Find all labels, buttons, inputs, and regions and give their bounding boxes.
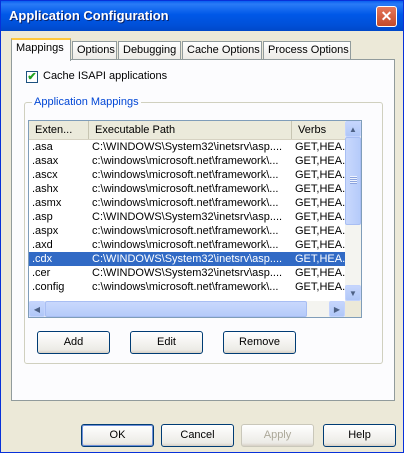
list-item[interactable]: .asmx c:\windows\microsoft.net\framework… [29,196,345,210]
horizontal-scrollbar[interactable]: ◀ ▶ [29,301,345,317]
list-header: Exten... Executable Path Verbs [29,121,345,140]
cell-executable-path: c:\windows\microsoft.net\framework\... [92,183,279,195]
list-item[interactable]: .axd c:\windows\microsoft.net\framework\… [29,238,345,252]
column-header-extension[interactable]: Exten... [29,121,89,139]
cell-executable-path: C:\WINDOWS\System32\inetsrv\asp.... [92,141,283,153]
scroll-up-icon[interactable]: ▲ [345,121,361,137]
list-item[interactable]: .aspx c:\windows\microsoft.net\framework… [29,224,345,238]
list-item[interactable]: .asax c:\windows\microsoft.net\framework… [29,154,345,168]
group-legend: Application Mappings [32,96,141,108]
cache-isapi-label[interactable]: Cache ISAPI applications [43,70,167,82]
cell-extension: .ascx [32,169,58,181]
list-item[interactable]: .cer C:\WINDOWS\System32\inetsrv\asp....… [29,266,345,280]
window-title: Application Configuration [9,8,169,23]
tab-debugging[interactable]: Debugging [118,41,181,59]
column-header-executable-path[interactable]: Executable Path [89,121,292,139]
cell-verbs: GET,HEA... [295,225,345,237]
vertical-scroll-thumb[interactable] [345,137,361,225]
cell-verbs: GET,HEA... [295,169,345,181]
cell-extension: .asa [32,141,53,153]
cell-extension: .axd [32,239,53,251]
cell-executable-path: C:\WINDOWS\System32\inetsrv\asp.... [92,211,283,223]
title-bar[interactable]: Application Configuration ✕ [1,1,403,31]
cell-executable-path: C:\WINDOWS\System32\inetsrv\asp.... [92,253,283,265]
cell-executable-path: c:\windows\microsoft.net\framework\... [92,239,279,251]
list-item[interactable]: .config c:\windows\microsoft.net\framewo… [29,280,345,294]
cell-verbs: GET,HEA... [295,211,345,223]
scrollbar-corner [345,301,361,317]
mappings-list[interactable]: Exten... Executable Path Verbs .asa C:\W… [28,120,362,318]
cell-verbs: GET,HEA... [295,155,345,167]
tab-mappings[interactable]: Mappings [11,38,71,61]
cell-executable-path: c:\windows\microsoft.net\framework\... [92,281,279,293]
list-item[interactable]: .ascx c:\windows\microsoft.net\framework… [29,168,345,182]
cell-verbs: GET,HEA... [295,267,345,279]
cell-executable-path: C:\WINDOWS\System32\inetsrv\asp.... [92,267,283,279]
cell-extension: .asp [32,211,53,223]
cell-executable-path: c:\windows\microsoft.net\framework\... [92,225,279,237]
application-configuration-dialog: Application Configuration ✕ Mappings Opt… [0,0,404,453]
tab-options[interactable]: Options [72,41,117,59]
close-icon[interactable]: ✕ [376,6,397,27]
help-button[interactable]: Help [323,424,396,447]
cell-extension: .asax [32,155,59,167]
cell-extension: .asmx [32,197,62,209]
column-header-verbs[interactable]: Verbs [292,121,345,139]
apply-button[interactable]: Apply [241,424,314,447]
cell-verbs: GET,HEA... [295,253,345,265]
cell-verbs: GET,HEA... [295,183,345,195]
thumb-grip [350,176,357,184]
edit-button[interactable]: Edit [130,331,203,354]
add-button[interactable]: Add [37,331,110,354]
list-rows: .asa C:\WINDOWS\System32\inetsrv\asp....… [29,140,345,294]
cell-executable-path: c:\windows\microsoft.net\framework\... [92,155,279,167]
list-item[interactable]: .asp C:\WINDOWS\System32\inetsrv\asp....… [29,210,345,224]
cell-executable-path: c:\windows\microsoft.net\framework\... [92,169,279,181]
cell-extension: .config [32,281,65,293]
list-item-selected[interactable]: .cdx C:\WINDOWS\System32\inetsrv\asp....… [29,252,345,266]
vertical-scrollbar[interactable]: ▲ ▼ [345,121,361,301]
cancel-button[interactable]: Cancel [161,424,234,447]
cell-extension: .aspx [32,225,59,237]
tab-process-options[interactable]: Process Options [263,41,351,59]
cell-verbs: GET,HEA... [295,239,345,251]
cache-isapi-checkbox[interactable]: ✔ [26,71,38,83]
list-item[interactable]: .ashx c:\windows\microsoft.net\framework… [29,182,345,196]
scroll-down-icon[interactable]: ▼ [345,285,361,301]
scroll-left-icon[interactable]: ◀ [29,301,45,317]
cell-extension: .ashx [32,183,59,195]
horizontal-scroll-thumb[interactable] [45,301,307,317]
cell-extension: .cdx [32,253,53,265]
cell-executable-path: c:\windows\microsoft.net\framework\... [92,197,279,209]
cell-extension: .cer [32,267,51,279]
cell-verbs: GET,HEA... [295,281,345,293]
ok-button[interactable]: OK [81,424,154,447]
cell-verbs: GET,HEA... [295,197,345,209]
scroll-right-icon[interactable]: ▶ [329,301,345,317]
remove-button[interactable]: Remove [223,331,296,354]
list-item[interactable]: .asa C:\WINDOWS\System32\inetsrv\asp....… [29,140,345,154]
mappings-tab-panel: ✔ Cache ISAPI applications Application M… [11,59,395,401]
cell-verbs: GET,HEA... [295,141,345,153]
tab-cache-options[interactable]: Cache Options [182,41,262,59]
